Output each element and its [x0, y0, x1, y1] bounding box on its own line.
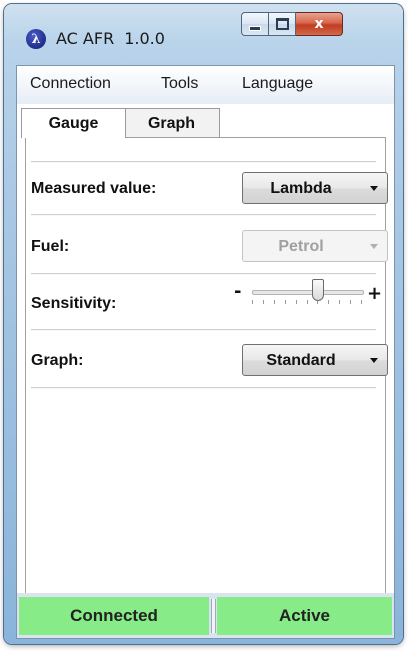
slider-tick	[274, 300, 275, 304]
divider	[31, 273, 376, 274]
slider-minus-label: -	[234, 281, 242, 302]
fuel-dropdown: Petrol	[242, 230, 388, 262]
fuel-selected: Petrol	[278, 238, 324, 255]
window-title: AC AFR 1.0.0	[56, 29, 165, 48]
maximize-button[interactable]	[269, 12, 296, 36]
activity-status: Active	[217, 597, 392, 635]
app-lambda-icon[interactable]: λ	[26, 29, 46, 49]
close-button[interactable]: x	[296, 12, 343, 36]
measured-value-label: Measured value:	[31, 180, 157, 197]
measured-value-selected: Lambda	[270, 180, 332, 197]
connection-status: Connected	[19, 597, 209, 635]
title-bar[interactable]: λ AC AFR 1.0.0 x	[4, 4, 403, 49]
app-version: 1.0.0	[124, 29, 165, 48]
slider-tick	[263, 300, 264, 304]
window-controls: x	[241, 12, 343, 36]
slider-tick	[307, 300, 308, 304]
maximize-icon	[275, 18, 289, 30]
close-icon: x	[314, 16, 324, 32]
slider-tick	[339, 300, 340, 304]
minimize-icon	[249, 25, 261, 31]
slider-tick	[296, 300, 297, 304]
divider	[31, 214, 376, 215]
status-bar: Connected Active	[17, 593, 394, 638]
slider-tick	[350, 300, 351, 304]
tab-strip: Gauge Graph	[17, 104, 394, 138]
measured-value-dropdown[interactable]: Lambda	[242, 172, 388, 204]
slider-thumb[interactable]	[312, 279, 324, 301]
app-name: AC AFR	[56, 29, 115, 48]
menu-language[interactable]: Language	[242, 75, 313, 93]
sensitivity-label: Sensitivity:	[31, 295, 117, 312]
slider-plus-label: +	[367, 283, 383, 304]
app-window: λ AC AFR 1.0.0 x Connection Tools Languag…	[4, 4, 403, 644]
slider-track[interactable]	[252, 290, 364, 295]
menu-bar: Connection Tools Language	[17, 66, 394, 105]
slider-tick	[285, 300, 286, 304]
chevron-down-icon	[370, 244, 378, 249]
divider	[31, 387, 376, 388]
slider-tick	[361, 300, 362, 304]
graph-label: Graph:	[31, 352, 84, 369]
minimize-button[interactable]	[241, 12, 269, 36]
chevron-down-icon	[370, 186, 378, 191]
tab-graph[interactable]: Graph	[124, 108, 220, 138]
chevron-down-icon	[370, 358, 378, 363]
graph-selected: Standard	[266, 352, 336, 369]
tab-gauge[interactable]: Gauge	[21, 108, 126, 138]
graph-dropdown[interactable]: Standard	[242, 344, 388, 376]
slider-ticks	[252, 300, 362, 305]
menu-connection[interactable]: Connection	[30, 75, 111, 93]
menu-tools[interactable]: Tools	[161, 75, 198, 93]
divider	[31, 161, 376, 162]
sensitivity-slider[interactable]: - +	[234, 279, 383, 309]
divider	[31, 329, 376, 330]
client-area: Connection Tools Language Gauge Graph Me…	[16, 65, 395, 639]
slider-tick	[328, 300, 329, 304]
status-divider	[211, 599, 216, 633]
fuel-label: Fuel:	[31, 238, 70, 255]
slider-tick	[252, 300, 253, 304]
